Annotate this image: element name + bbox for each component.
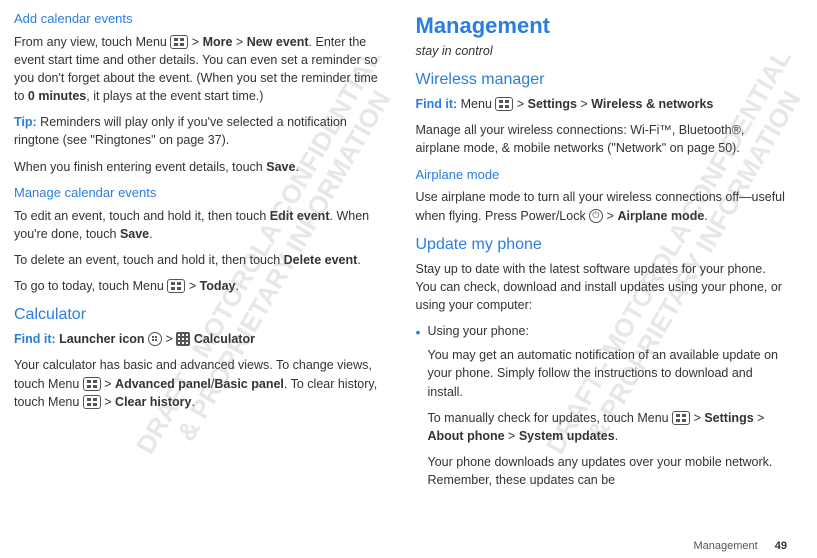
settings-label: Settings [704,411,753,425]
heading-management: Management [416,10,788,42]
para-finish: When you finish entering event details, … [14,158,386,176]
heading-wireless-manager: Wireless manager [416,68,788,91]
edit-event-label: Edit event [270,209,330,223]
delete-event-label: Delete event [284,253,358,267]
page-content: Add calendar events From any view, touch… [0,0,817,497]
find-it-label: Find it: [14,332,56,346]
menu-icon [672,411,690,425]
settings-label: Settings [528,97,577,111]
today-label: Today [200,279,236,293]
text: . [149,227,152,241]
find-it-label: Find it: [416,97,458,111]
text: To edit an event, touch and hold it, the… [14,209,270,223]
airplane-mode-label: Airplane mode [617,209,704,223]
new-event-label: New event [247,35,309,49]
para-today: To go to today, touch Menu > Today. [14,277,386,295]
heading-airplane: Airplane mode [416,166,788,185]
para-add-event: From any view, touch Menu > More > New e… [14,33,386,106]
heading-calculator: Calculator [14,303,386,326]
para-delete: To delete an event, touch and hold it, t… [14,251,386,269]
text: . [191,395,194,409]
left-column: Add calendar events From any view, touch… [14,10,386,497]
para-wm-body: Manage all your wireless connections: Wi… [416,121,788,157]
zero-minutes-label: 0 minutes [28,89,86,103]
save-label: Save [266,160,295,174]
about-phone-label: About phone [428,429,505,443]
para-calc-findit: Find it: Launcher icon > Calculator [14,330,386,348]
text: When you finish entering event details, … [14,160,266,174]
heading-add-calendar: Add calendar events [14,10,386,29]
text: Menu [457,97,495,111]
menu-icon [83,377,101,391]
right-column: Management stay in control Wireless mana… [416,10,788,497]
clear-history-label: Clear history [115,395,191,409]
save-label: Save [120,227,149,241]
tip-label: Tip: [14,115,37,129]
calculator-label: Calculator [194,332,255,346]
launcher-icon-label: Launcher icon [59,332,144,346]
text: From any view, touch Menu [14,35,170,49]
launcher-icon [148,332,162,346]
power-icon [589,209,603,223]
text: > [577,97,591,111]
subtitle: stay in control [416,42,788,60]
menu-icon [167,279,185,293]
para-calc-body: Your calculator has basic and advanced v… [14,356,386,410]
text: > [754,411,765,425]
para-downloads: Your phone downloads any updates over yo… [428,453,788,489]
bullet-using-phone: Using your phone: [428,324,529,338]
menu-icon [83,395,101,409]
para-airplane: Use airplane mode to turn all your wirel… [416,188,788,224]
para-auto-notify: You may get an automatic notification of… [428,346,788,400]
text: > [513,97,527,111]
menu-icon [495,97,513,111]
text: > [603,209,617,223]
wireless-networks-label: Wireless & networks [591,97,713,111]
para-tip: Tip: Reminders will play only if you've … [14,113,386,149]
advanced-panel-label: Advanced panel [115,377,211,391]
text: > [232,35,246,49]
page-footer: Management 49 [693,540,787,552]
calculator-icon [176,332,190,346]
text: To go to today, touch Menu [14,279,167,293]
tip-body: Reminders will play only if you've selec… [14,115,347,147]
text: > [101,395,115,409]
text: To delete an event, touch and hold it, t… [14,253,284,267]
menu-icon [170,35,188,49]
para-edit: To edit an event, touch and hold it, the… [14,207,386,243]
footer-section-label: Management [693,540,757,552]
para-wm-findit: Find it: Menu > Settings > Wireless & ne… [416,95,788,113]
update-list: Using your phone: [416,322,788,340]
heading-manage-calendar: Manage calendar events [14,184,386,203]
text: . [357,253,360,267]
text: . [615,429,618,443]
para-update-intro: Stay up to date with the latest software… [416,260,788,314]
more-label: More [203,35,233,49]
text: > [166,332,177,346]
text: . [704,209,707,223]
basic-panel-label: Basic panel [214,377,283,391]
text: . [235,279,238,293]
text: > [505,429,519,443]
heading-update-phone: Update my phone [416,233,788,256]
page-number: 49 [775,540,787,552]
system-updates-label: System updates [519,429,615,443]
text: > [188,35,202,49]
text: > [101,377,115,391]
list-item: Using your phone: [428,322,788,340]
text: . [295,160,298,174]
para-manual-check: To manually check for updates, touch Men… [428,409,788,445]
text: , it plays at the event start time.) [86,89,263,103]
text: To manually check for updates, touch Men… [428,411,673,425]
text: > [690,411,704,425]
text: > [185,279,199,293]
